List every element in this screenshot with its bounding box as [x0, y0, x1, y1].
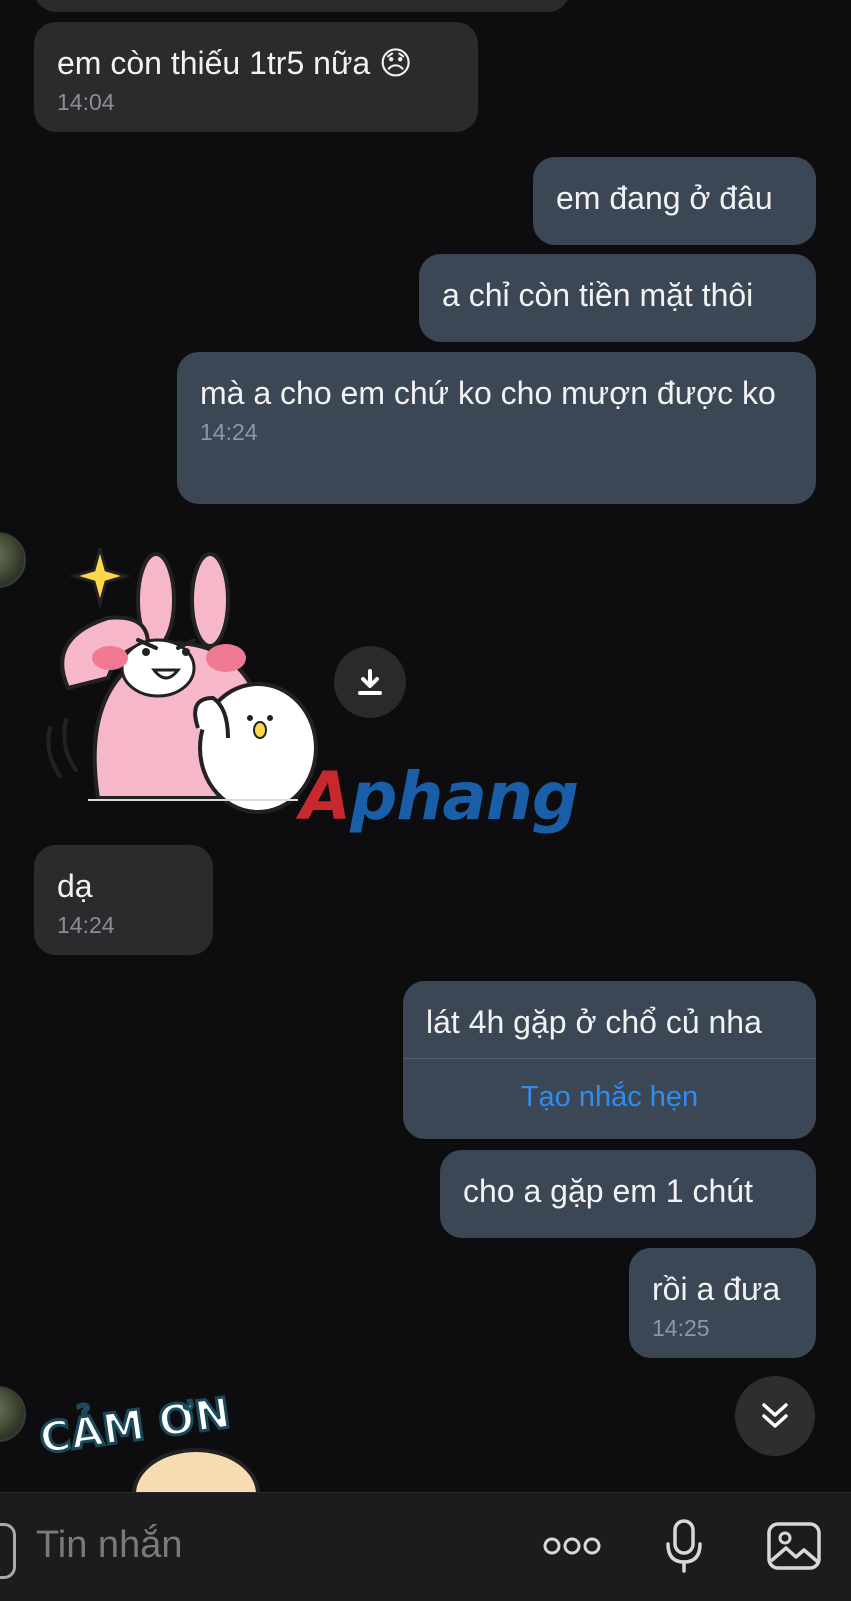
more-dots-icon [543, 1537, 601, 1555]
message-bubble-incoming[interactable]: em còn thiếu 1tr5 nữa 😞 14:04 [34, 22, 478, 132]
scroll-to-bottom-button[interactable] [735, 1376, 815, 1456]
contact-avatar[interactable] [0, 532, 26, 588]
message-bubble-outgoing[interactable]: mà a cho em chứ ko cho mượn được ko 14:2… [177, 352, 816, 504]
voice-message-button[interactable] [650, 1515, 718, 1577]
double-chevron-down-icon [762, 1403, 788, 1428]
message-bubble-partial[interactable] [34, 0, 570, 12]
message-text: em đang ở đâu [556, 180, 773, 216]
watermark-logo: Aphang [300, 758, 579, 835]
message-text: dạ [57, 868, 93, 904]
message-bubble-incoming[interactable]: dạ 14:24 [34, 845, 213, 955]
message-bubble-outgoing[interactable]: a chỉ còn tiền mặt thôi [419, 254, 816, 342]
create-reminder-link[interactable]: Tạo nhắc hẹn [403, 1076, 816, 1118]
message-text: a chỉ còn tiền mặt thôi [442, 277, 754, 313]
microphone-icon [666, 1519, 702, 1573]
image-picker-button[interactable] [760, 1515, 828, 1577]
message-bubble-outgoing[interactable]: lát 4h gặp ở chổ củ nha Tạo nhắc hẹn [403, 981, 816, 1139]
message-bubble-outgoing[interactable]: em đang ở đâu [533, 157, 816, 245]
message-input[interactable] [34, 1523, 498, 1568]
chat-area[interactable]: em còn thiếu 1tr5 nữa 😞 14:04 em đang ở … [0, 0, 851, 1492]
bunny-sticker[interactable] [38, 548, 338, 818]
message-text: rồi a đưa [652, 1271, 781, 1307]
message-time: 14:24 [200, 419, 258, 445]
message-time: 14:25 [652, 1315, 710, 1341]
sticker-icon[interactable] [0, 1523, 16, 1579]
message-time: 14:04 [57, 89, 115, 115]
more-options-button[interactable] [538, 1515, 606, 1577]
download-button[interactable] [334, 646, 406, 718]
message-bubble-outgoing[interactable]: cho a gặp em 1 chút [440, 1150, 816, 1238]
message-time: 14:24 [57, 912, 115, 938]
bubble-divider [403, 1058, 816, 1059]
download-icon [358, 669, 382, 695]
message-text: mà a cho em chứ ko cho mượn được ko [200, 375, 776, 411]
message-text: lát 4h gặp ở chổ củ nha [426, 1004, 762, 1040]
message-input-bar [0, 1492, 851, 1601]
image-icon [767, 1522, 821, 1570]
contact-avatar[interactable] [0, 1386, 26, 1442]
thanks-sticker[interactable]: CẢM ƠN [36, 1382, 296, 1492]
message-bubble-outgoing[interactable]: rồi a đưa 14:25 [629, 1248, 816, 1358]
message-text: cho a gặp em 1 chút [463, 1173, 753, 1209]
message-text: em còn thiếu 1tr5 nữa 😞 [57, 45, 413, 81]
